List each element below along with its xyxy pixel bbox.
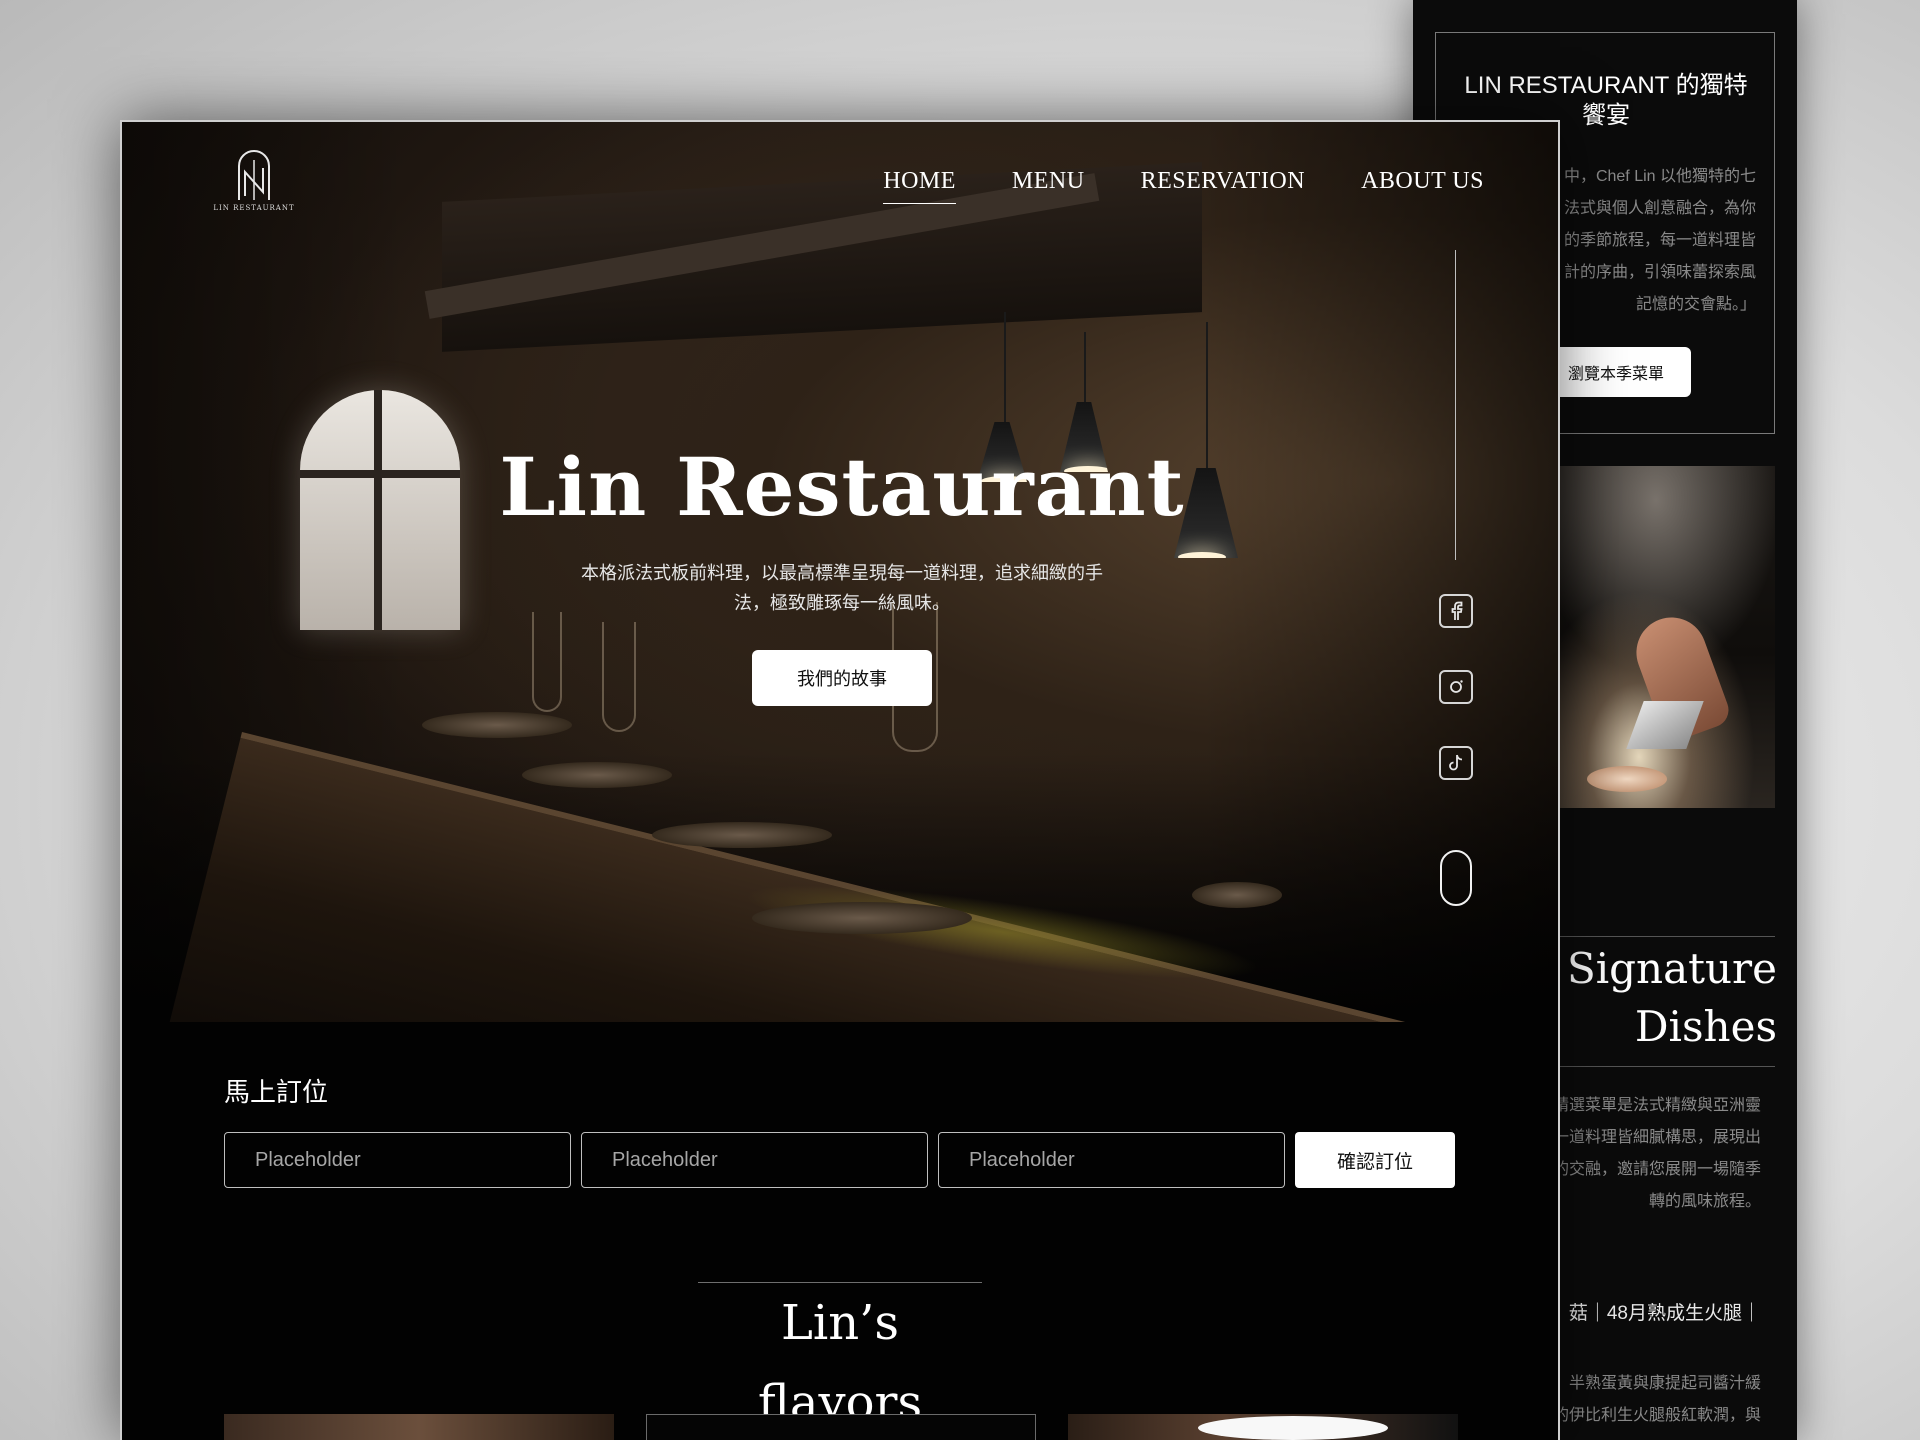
lamp-cord [1084, 332, 1086, 412]
plate [422, 712, 572, 738]
flavor-card-image[interactable] [646, 1414, 1036, 1440]
facebook-icon[interactable] [1439, 594, 1473, 628]
logo-mark-icon [238, 150, 270, 200]
hero-subtitle: 本格派法式板前料理，以最高標準呈現每一道料理，追求細緻的手 法，極致雕琢每一絲風… [542, 558, 1142, 618]
main-page: LIN RESTAURANT HOME MENU RESERVATION ABO… [120, 120, 1560, 1440]
main-nav: HOME MENU RESERVATION ABOUT US [883, 168, 1484, 204]
booking-heading: 馬上訂位 [224, 1077, 329, 1107]
wine-glass [532, 612, 562, 712]
scroll-indicator[interactable] [1440, 850, 1472, 906]
nav-menu[interactable]: MENU [1012, 168, 1085, 204]
hero-subtitle-line: 法，極致雕琢每一絲風味。 [734, 593, 950, 613]
our-story-button[interactable]: 我們的故事 [752, 650, 932, 706]
plate [652, 822, 832, 848]
food [1587, 766, 1667, 792]
hero-subtitle-line: 本格派法式板前料理，以最高標準呈現每一道料理，追求細緻的手 [581, 563, 1103, 583]
nav-reservation[interactable]: RESERVATION [1141, 168, 1306, 204]
plate [522, 762, 672, 788]
booking-field-2[interactable] [581, 1132, 928, 1188]
counter-bar [154, 732, 1558, 1022]
booking-field-3[interactable] [938, 1132, 1285, 1188]
tiktok-icon[interactable] [1439, 746, 1473, 780]
lamp-cord [1004, 312, 1006, 432]
view-menu-button[interactable]: 瀏覽本季菜單 [1541, 347, 1691, 397]
flavor-card-image[interactable] [1068, 1414, 1458, 1440]
booking-field-1[interactable] [224, 1132, 571, 1188]
logo-text: LIN RESTAURANT [213, 204, 295, 212]
confirm-booking-button[interactable]: 確認訂位 [1295, 1132, 1455, 1188]
nav-home[interactable]: HOME [883, 168, 956, 204]
spatula [1626, 701, 1704, 749]
instagram-icon[interactable] [1439, 670, 1473, 704]
wine-glass [602, 622, 636, 732]
hero-title: Lin Restaurant [499, 440, 1185, 534]
nav-about-us[interactable]: ABOUT US [1361, 168, 1484, 204]
flavor-card-image[interactable] [224, 1414, 614, 1440]
booking-form: 確認訂位 [224, 1132, 1456, 1188]
plate [1192, 882, 1282, 908]
plate [752, 902, 972, 934]
logo[interactable]: LIN RESTAURANT [213, 150, 295, 220]
